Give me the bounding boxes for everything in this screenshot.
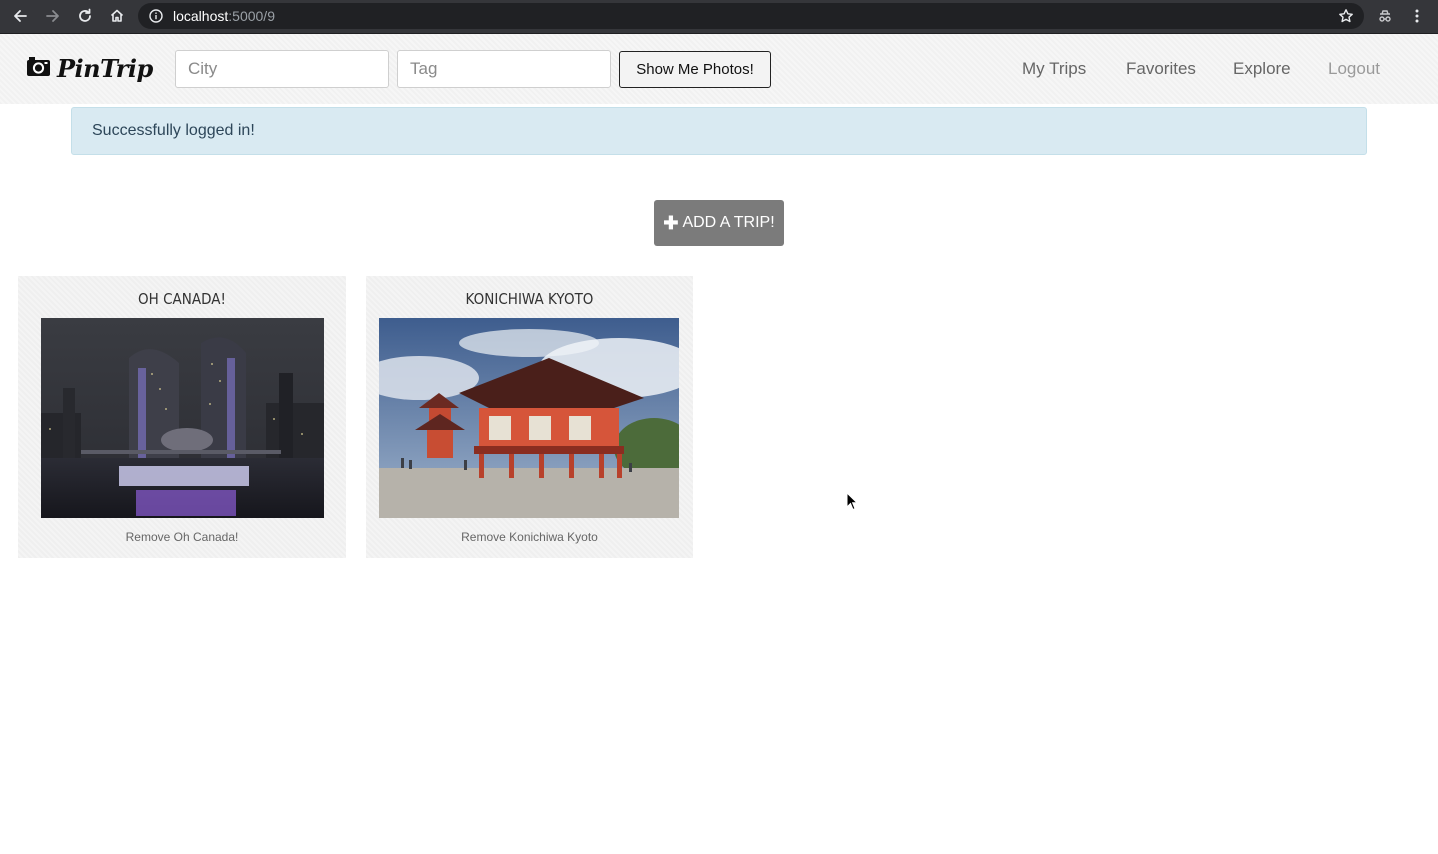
forward-arrow-icon[interactable] [41, 5, 65, 27]
brand-logo[interactable]: PinTrip [26, 54, 153, 83]
info-icon[interactable] [149, 9, 163, 28]
brand-name: PinTrip [57, 54, 153, 83]
city-input[interactable] [175, 50, 389, 88]
browser-toolbar: localhost:5000/9 [0, 0, 1438, 34]
back-arrow-icon[interactable] [8, 5, 32, 27]
login-success-alert: Successfully logged in! [71, 107, 1367, 155]
trip-card: Konichiwa Kyoto [366, 276, 693, 558]
alert-message: Successfully logged in! [92, 122, 255, 139]
nav-link-logout[interactable]: Logout [1328, 59, 1380, 79]
nav-link-favorites[interactable]: Favorites [1126, 59, 1196, 79]
mouse-cursor-icon [846, 491, 859, 516]
incognito-icon[interactable] [1373, 5, 1397, 27]
address-bar[interactable]: localhost:5000/9 [138, 3, 1364, 29]
camera-icon [26, 56, 51, 82]
remove-trip-link[interactable]: Remove Oh Canada! [18, 530, 346, 544]
add-trip-button[interactable]: ✚ ADD A TRIP! [654, 200, 784, 246]
remove-trip-link[interactable]: Remove Konichiwa Kyoto [366, 530, 693, 544]
trip-title[interactable]: Konichiwa Kyoto [382, 290, 676, 308]
trip-cover-photo[interactable] [41, 318, 324, 518]
tag-input[interactable] [397, 50, 611, 88]
trip-cover-photo[interactable] [379, 318, 679, 518]
home-icon[interactable] [105, 5, 129, 27]
site-navbar: PinTrip Show Me Photos! My Trips Favorit… [0, 34, 1438, 104]
show-photos-button[interactable]: Show Me Photos! [619, 51, 771, 88]
reload-icon[interactable] [73, 5, 97, 27]
kebab-menu-icon[interactable] [1405, 5, 1429, 27]
nav-link-my-trips[interactable]: My Trips [1022, 59, 1086, 79]
trip-title[interactable]: Oh Canada! [34, 290, 329, 308]
trip-card: Oh Canada! [18, 276, 346, 558]
bookmark-star-icon[interactable] [1338, 8, 1354, 29]
url-text: localhost:5000/9 [173, 8, 275, 24]
add-trip-label: ADD A TRIP! [682, 214, 775, 231]
plus-icon: ✚ [663, 213, 679, 233]
nav-link-explore[interactable]: Explore [1233, 59, 1291, 79]
